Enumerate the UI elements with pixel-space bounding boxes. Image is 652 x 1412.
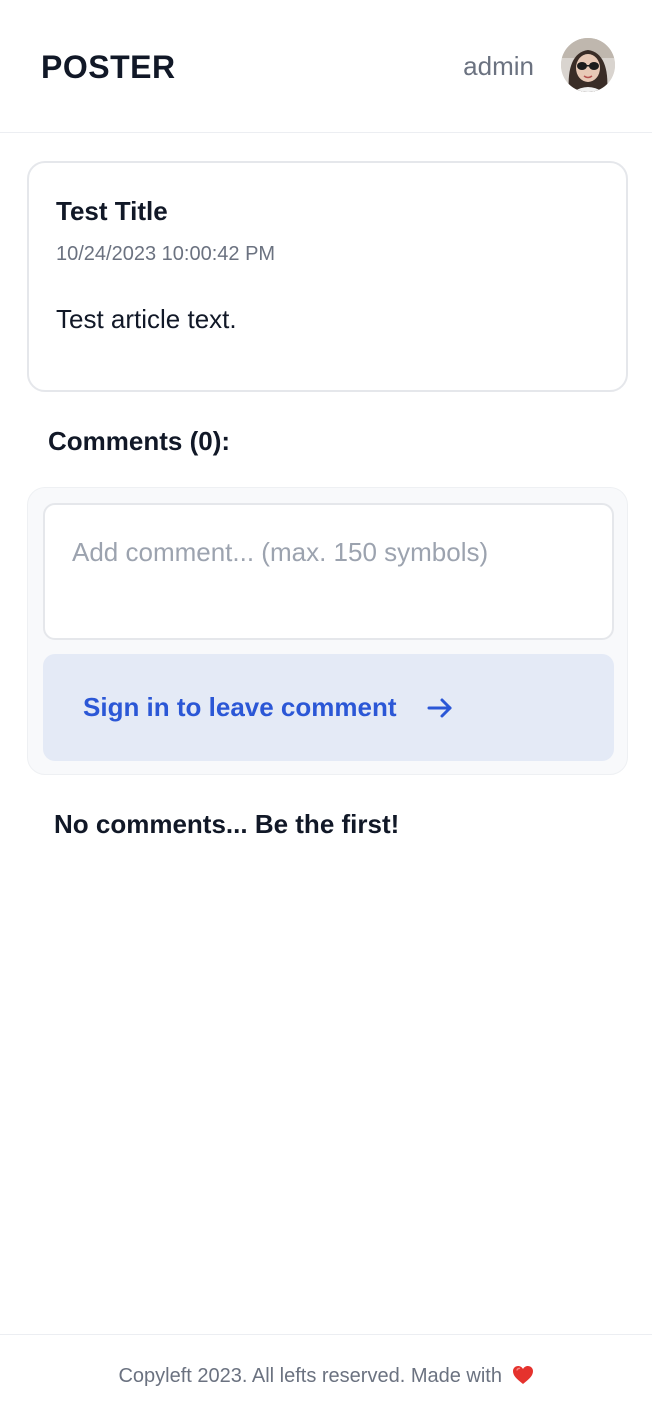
header: POSTER admin — [0, 0, 652, 133]
footer-text-line: Copyleft 2023. All lefts reserved. Made … — [0, 1363, 652, 1389]
article-title: Test Title — [56, 196, 168, 226]
comments-heading: Comments (0): — [48, 426, 231, 456]
arrow-right-icon — [427, 698, 452, 718]
sign-in-to-comment-button[interactable]: Sign in to leave comment — [43, 654, 614, 761]
avatar[interactable] — [561, 38, 615, 92]
empty-comments-message: No comments... Be the first! — [54, 809, 400, 839]
page: POSTER admin Test Title 10/24/2023 10:00… — [0, 0, 652, 1412]
avatar-image — [561, 38, 615, 92]
article-card: Test Title 10/24/2023 10:00:42 PM Test a… — [27, 161, 628, 392]
comment-form: Sign in to leave comment — [27, 487, 628, 775]
logo[interactable]: POSTER — [41, 47, 176, 87]
article-date: 10/24/2023 10:00:42 PM — [56, 243, 276, 265]
footer: Copyleft 2023. All lefts reserved. Made … — [0, 1334, 652, 1412]
comment-input[interactable] — [43, 503, 614, 640]
footer-text: Copyleft 2023. All lefts reserved. Made … — [118, 1365, 502, 1387]
article-text: Test article text. — [56, 304, 237, 334]
heart-icon — [512, 1366, 533, 1384]
username-label[interactable]: admin — [463, 48, 534, 84]
sign-in-label: Sign in to leave comment — [83, 692, 397, 722]
